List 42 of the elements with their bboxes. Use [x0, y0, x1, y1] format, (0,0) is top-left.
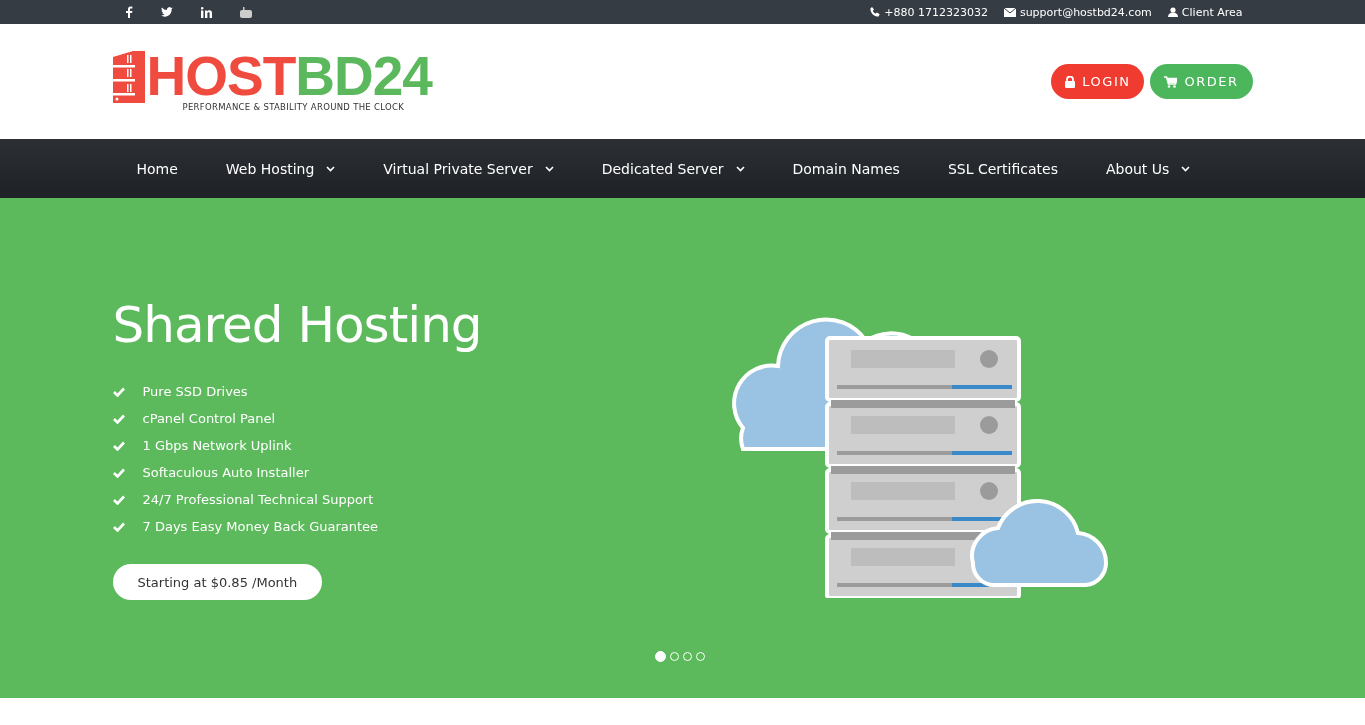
check-icon [112, 440, 125, 451]
user-icon [1167, 7, 1178, 17]
cart-icon [1164, 75, 1178, 88]
feature-text: cPanel Control Panel [142, 411, 276, 426]
chevron-down-icon[interactable] [1181, 165, 1191, 172]
nav-link[interactable]: Virtual Private Server [383, 160, 533, 177]
feature-text: 1 Gbps Network Uplink [142, 438, 292, 453]
slide-dot[interactable] [655, 651, 666, 662]
check-icon [112, 386, 125, 397]
lock-icon [1065, 75, 1076, 88]
check-icon [112, 521, 125, 532]
feature-text: Softaculous Auto Installer [142, 465, 309, 480]
contact-link[interactable]: Client Area [1181, 5, 1243, 19]
contact-link[interactable]: +880 1712323032 [884, 5, 988, 19]
check-icon [112, 413, 125, 424]
logo-tagline: PERFORMANCE & STABILITY AROUND THE CLOCK [182, 102, 406, 112]
feature-text: Pure SSD Drives [142, 384, 248, 399]
nav-link[interactable]: SSL Certificates [947, 160, 1058, 177]
server-rack-icon [112, 51, 145, 103]
chevron-down-icon[interactable] [735, 165, 745, 172]
twitter-icon[interactable] [160, 7, 173, 17]
nav-link[interactable]: Domain Names [792, 160, 900, 177]
youtube-icon[interactable] [239, 6, 252, 18]
chevron-down-icon[interactable] [326, 165, 336, 172]
pricing-button[interactable]: Starting at $0.85 /Month [112, 564, 323, 600]
nav-link[interactable]: Web Hosting [225, 160, 315, 177]
login-button[interactable]: LOGIN [1051, 64, 1145, 99]
contact-link[interactable]: support@hostbd24.com [1019, 5, 1152, 19]
check-icon [112, 494, 125, 505]
chevron-down-icon[interactable] [544, 165, 554, 172]
feature-text: 24/7 Professional Technical Support [142, 492, 374, 507]
linkedin-icon[interactable] [200, 6, 212, 18]
envelope-icon [1003, 7, 1016, 17]
nav-link[interactable]: Home [136, 160, 178, 177]
nav-link[interactable]: Dedicated Server [601, 160, 724, 177]
check-icon [112, 467, 125, 478]
phone-icon [870, 7, 881, 17]
nav-link[interactable]: About Us [1105, 160, 1170, 177]
logo-text[interactable]: HOSTBD24 [146, 51, 432, 101]
facebook-icon[interactable] [124, 6, 133, 18]
feature-text: 7 Days Easy Money Back Guarantee [142, 519, 379, 534]
hero-title: Shared Hosting [112, 295, 482, 356]
